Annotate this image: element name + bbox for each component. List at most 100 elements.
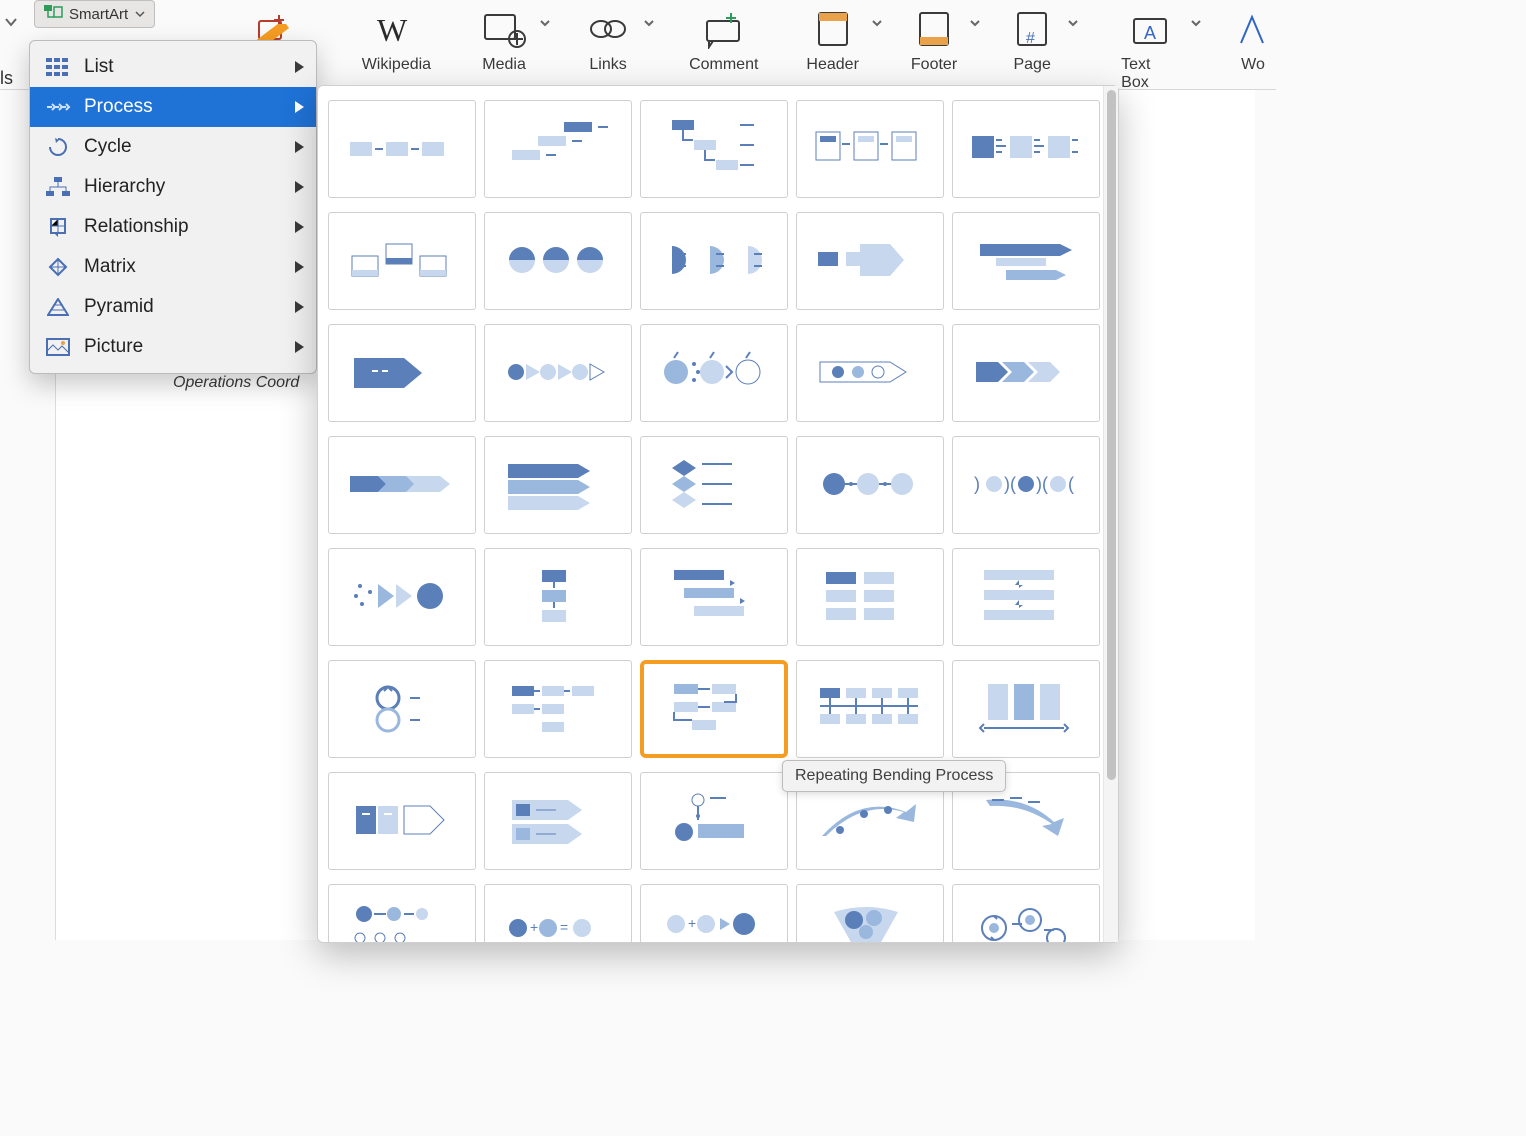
page-number-icon: # xyxy=(1009,6,1055,52)
scrollbar-thumb[interactable] xyxy=(1107,90,1116,780)
smartart-category-menu: List Process Cycle Hierarchy Relationshi… xyxy=(29,40,317,374)
menu-item-list[interactable]: List xyxy=(30,47,316,87)
svg-text:=: = xyxy=(560,919,568,935)
clipped-label: ls xyxy=(0,68,13,89)
gallery-thumb[interactable] xyxy=(328,100,476,198)
media-icon xyxy=(481,6,527,52)
gallery-thumb[interactable] xyxy=(484,660,632,758)
comment-label: Comment xyxy=(689,56,758,74)
gallery-scrollbar[interactable] xyxy=(1103,86,1118,942)
gallery-thumb[interactable] xyxy=(796,884,944,942)
wikipedia-group[interactable]: W Wikipedia xyxy=(362,0,431,74)
gallery-thumb[interactable] xyxy=(484,324,632,422)
footer-label: Footer xyxy=(911,56,957,74)
gallery-thumb[interactable] xyxy=(640,548,788,646)
comment-group[interactable]: Comment xyxy=(689,0,758,74)
gallery-thumb[interactable] xyxy=(952,212,1100,310)
svg-text:(: ( xyxy=(1068,474,1074,494)
gallery-grid: ))()(( += + xyxy=(318,86,1103,942)
gallery-thumb[interactable] xyxy=(640,212,788,310)
gallery-thumb[interactable] xyxy=(952,660,1100,758)
menu-item-label: List xyxy=(84,56,114,78)
wikipedia-label: Wikipedia xyxy=(362,56,431,74)
gallery-thumb[interactable] xyxy=(484,100,632,198)
gallery-thumb[interactable] xyxy=(328,212,476,310)
chevron-down-icon xyxy=(871,16,883,34)
svg-text:+: + xyxy=(688,915,696,931)
menu-item-matrix[interactable]: Matrix xyxy=(30,247,316,287)
header-label: Header xyxy=(806,56,858,74)
gallery-thumb[interactable] xyxy=(328,660,476,758)
menu-item-picture[interactable]: Picture xyxy=(30,327,316,367)
gallery-thumb[interactable] xyxy=(484,212,632,310)
gallery-thumb[interactable] xyxy=(796,100,944,198)
menu-item-cycle[interactable]: Cycle xyxy=(30,127,316,167)
matrix-icon xyxy=(44,255,72,279)
chevron-down-icon xyxy=(643,16,655,34)
gallery-thumb[interactable] xyxy=(640,436,788,534)
menu-item-hierarchy[interactable]: Hierarchy xyxy=(30,167,316,207)
gallery-thumb[interactable] xyxy=(796,436,944,534)
menu-item-pyramid[interactable]: Pyramid xyxy=(30,287,316,327)
comment-icon xyxy=(701,6,747,52)
gallery-thumb[interactable] xyxy=(952,548,1100,646)
menu-item-label: Relationship xyxy=(84,216,189,238)
wordart-group[interactable]: Wo xyxy=(1230,0,1276,74)
gallery-thumb[interactable] xyxy=(484,772,632,870)
wikipedia-icon: W xyxy=(373,6,419,52)
menu-item-label: Cycle xyxy=(84,136,132,158)
links-group[interactable]: Links xyxy=(585,0,631,74)
submenu-arrow-icon xyxy=(295,181,304,193)
textbox-group[interactable]: A Text Box xyxy=(1121,0,1178,92)
svg-text:)(: )( xyxy=(1036,474,1048,494)
gallery-thumb[interactable] xyxy=(796,324,944,422)
submenu-arrow-icon xyxy=(295,101,304,113)
gallery-thumb[interactable] xyxy=(328,772,476,870)
menu-item-relationship[interactable]: Relationship xyxy=(30,207,316,247)
header-group[interactable]: Header xyxy=(806,0,858,74)
gallery-thumb[interactable] xyxy=(484,436,632,534)
gallery-thumb[interactable] xyxy=(640,772,788,870)
gallery-thumb[interactable] xyxy=(484,548,632,646)
smartart-dropdown-button[interactable]: SmartArt xyxy=(34,0,155,28)
gallery-thumb[interactable]: ))()(( xyxy=(952,436,1100,534)
tooltip-text: Repeating Bending Process xyxy=(795,767,993,784)
gallery-thumb[interactable] xyxy=(328,436,476,534)
document-body-text: Operations Coord xyxy=(173,374,299,392)
gallery-thumb[interactable] xyxy=(796,660,944,758)
gallery-thumb[interactable] xyxy=(796,548,944,646)
gallery-thumb[interactable]: + xyxy=(640,884,788,942)
wordart-partial: Wo xyxy=(1241,56,1265,74)
gallery-thumb[interactable]: += xyxy=(484,884,632,942)
menu-item-label: Picture xyxy=(84,336,143,358)
links-icon xyxy=(585,6,631,52)
gallery-thumb[interactable] xyxy=(952,100,1100,198)
menu-item-process[interactable]: Process xyxy=(30,87,316,127)
gallery-thumb[interactable] xyxy=(328,884,476,942)
list-icon xyxy=(44,55,72,79)
gallery-thumb[interactable] xyxy=(640,100,788,198)
gallery-thumb[interactable] xyxy=(328,548,476,646)
media-group[interactable]: Media xyxy=(481,0,527,74)
page-group[interactable]: # Page xyxy=(1009,0,1055,74)
gallery-thumb[interactable] xyxy=(328,324,476,422)
chevron-down-icon xyxy=(1067,16,1079,34)
submenu-arrow-icon xyxy=(295,341,304,353)
chevron-down-icon xyxy=(1190,16,1202,34)
smartart-gallery-panel: ))()(( += + xyxy=(317,85,1119,943)
picture-icon xyxy=(44,335,72,359)
menu-item-label: Matrix xyxy=(84,256,136,278)
gallery-thumb[interactable] xyxy=(952,324,1100,422)
gallery-thumb[interactable] xyxy=(640,324,788,422)
gallery-thumb[interactable] xyxy=(796,212,944,310)
menu-item-label: Pyramid xyxy=(84,296,154,318)
submenu-arrow-icon xyxy=(295,141,304,153)
footer-group[interactable]: Footer xyxy=(911,0,957,74)
gallery-thumb[interactable] xyxy=(952,884,1100,942)
gallery-thumb-repeating-bending-process[interactable] xyxy=(640,660,788,758)
ribbon-prev-chevron[interactable] xyxy=(0,0,22,44)
textbox-label: Text Box xyxy=(1121,56,1178,92)
menu-item-label: Process xyxy=(84,96,153,118)
relationship-icon xyxy=(44,215,72,239)
svg-text:#: # xyxy=(1026,30,1035,47)
